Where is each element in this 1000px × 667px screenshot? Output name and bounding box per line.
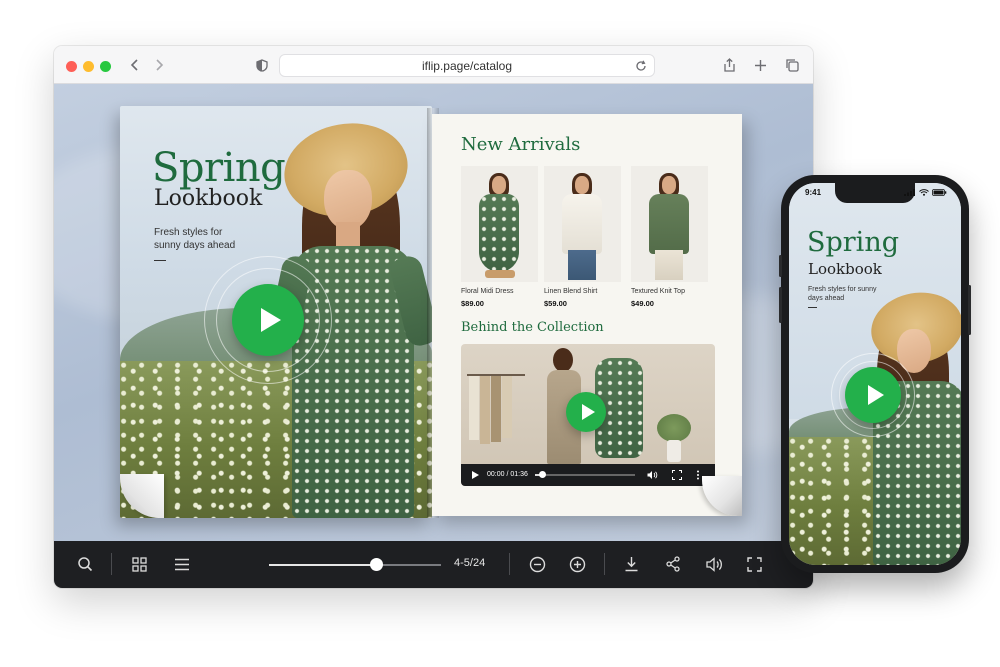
- video-progress-track[interactable]: [535, 474, 635, 476]
- phone-cover-subtitle: Lookbook: [808, 260, 882, 278]
- cover-tagline: Fresh styles for sunny days ahead: [154, 227, 236, 251]
- battery-icon: [932, 189, 947, 196]
- video-play-icon[interactable]: [471, 471, 479, 481]
- video-player[interactable]: 00:00 / 01:36: [461, 344, 715, 486]
- address-bar[interactable]: iflip.page/catalog: [279, 54, 655, 77]
- video-more-icon[interactable]: [696, 470, 700, 482]
- minimize-window-button[interactable]: [83, 61, 94, 72]
- address-bar-url: iflip.page/catalog: [421, 58, 513, 73]
- wifi-icon: [919, 189, 929, 196]
- play-icon: [867, 385, 884, 405]
- cover-video-play[interactable]: [204, 256, 332, 384]
- product-card[interactable]: Floral Midi Dress $89.00: [461, 166, 538, 308]
- product-price: $89.00: [461, 299, 484, 308]
- video-fullscreen-icon[interactable]: [672, 470, 682, 482]
- volume-icon[interactable]: [702, 552, 726, 576]
- flipbook-control-bar: 4-5/24: [54, 541, 813, 588]
- video-progress-handle[interactable]: [539, 471, 546, 478]
- product-photo: [461, 166, 538, 282]
- page-slider-handle[interactable]: [369, 558, 383, 571]
- reload-icon[interactable]: [632, 57, 650, 75]
- play-button[interactable]: [232, 284, 304, 356]
- phone-notch: [835, 183, 915, 203]
- back-icon[interactable]: [124, 54, 146, 76]
- phone-video-play[interactable]: [831, 353, 915, 437]
- menu-icon[interactable]: [170, 552, 194, 576]
- stage: iflip.page/catalog 4-5/24 Spring Lookboo…: [0, 0, 1000, 667]
- shield-icon[interactable]: [251, 54, 273, 76]
- video-volume-icon[interactable]: [647, 470, 658, 482]
- forward-icon[interactable]: [148, 54, 170, 76]
- grid-icon[interactable]: [127, 552, 151, 576]
- cover-page[interactable]: Spring Lookbook Fresh styles for sunny d…: [120, 106, 432, 518]
- phone-cover-title: Spring: [807, 227, 899, 258]
- cover-title: Spring: [152, 145, 286, 191]
- signal-icon: [904, 189, 915, 196]
- product-card[interactable]: Textured Knit Top $49.00: [631, 166, 708, 308]
- product-name: Floral Midi Dress: [461, 288, 514, 295]
- phone-cover-tagline: Fresh styles for sunny days ahead: [808, 286, 877, 302]
- page-slider-fill: [269, 564, 376, 566]
- browser-toolbar: iflip.page/catalog: [54, 46, 813, 84]
- behind-collection-heading: Behind the Collection: [461, 320, 604, 335]
- maximize-window-button[interactable]: [100, 61, 111, 72]
- video-play-button[interactable]: [566, 392, 606, 432]
- page-indicator: 4-5/24: [454, 557, 486, 569]
- phone-status-icons: [904, 189, 947, 196]
- zoom-in-icon[interactable]: [565, 552, 589, 576]
- product-photo: [544, 166, 621, 282]
- product-name: Linen Blend Shirt: [544, 288, 598, 295]
- search-icon[interactable]: [73, 552, 97, 576]
- phone-screen: 9:41 Spring Lookbook Fresh styles for su…: [789, 183, 961, 565]
- zoom-out-icon[interactable]: [525, 552, 549, 576]
- phone-play-button[interactable]: [845, 367, 901, 423]
- phone-mockup: 9:41 Spring Lookbook Fresh styles for su…: [779, 175, 971, 573]
- product-card[interactable]: Linen Blend Shirt $59.00: [544, 166, 621, 308]
- play-icon: [261, 308, 281, 332]
- video-time: 00:00 / 01:36: [487, 471, 528, 478]
- new-arrivals-heading: New Arrivals: [461, 134, 581, 155]
- product-price: $49.00: [631, 299, 654, 308]
- share-icon[interactable]: [718, 54, 740, 76]
- cover-divider: [154, 260, 166, 261]
- phone-time: 9:41: [805, 188, 822, 197]
- product-name: Textured Knit Top: [631, 288, 685, 295]
- download-icon[interactable]: [619, 552, 643, 576]
- video-controls: 00:00 / 01:36: [461, 464, 715, 486]
- product-price: $59.00: [544, 299, 567, 308]
- cover-subtitle: Lookbook: [154, 186, 263, 211]
- close-window-button[interactable]: [66, 61, 77, 72]
- right-page[interactable]: New Arrivals Floral Midi Dress $89.00 Li…: [432, 114, 742, 516]
- tabs-icon[interactable]: [781, 54, 803, 76]
- new-tab-icon[interactable]: [749, 54, 771, 76]
- share-icon[interactable]: [661, 552, 685, 576]
- phone-cover-divider: [808, 307, 817, 308]
- play-icon: [581, 404, 595, 420]
- fullscreen-icon[interactable]: [742, 552, 766, 576]
- product-photo: [631, 166, 708, 282]
